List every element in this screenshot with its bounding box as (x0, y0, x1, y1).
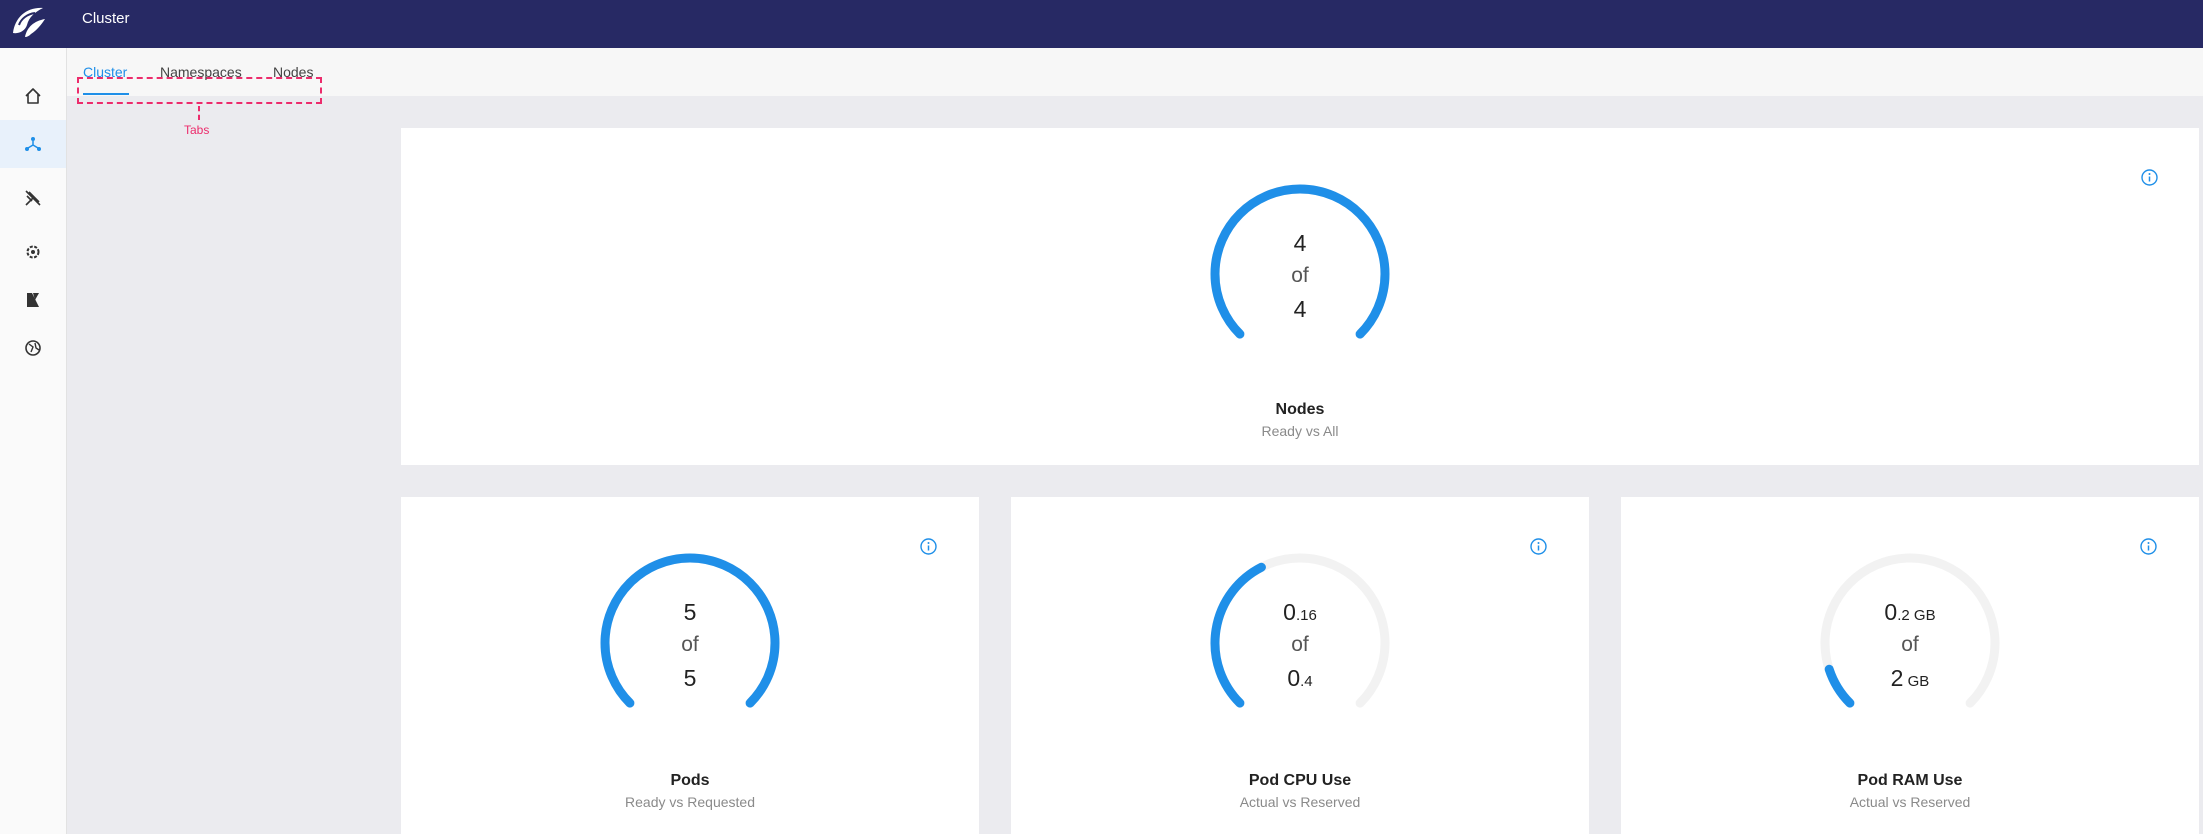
info-icon[interactable] (2141, 169, 2158, 186)
gauge-total: 4 (1293, 296, 1307, 322)
card-subtitle: Actual vs Reserved (1849, 794, 1971, 810)
nodes-gauge: 4 of 4 (1210, 184, 1390, 364)
app-logo-icon[interactable] (9, 3, 49, 41)
tabs-annotation-connector (198, 106, 200, 120)
gauge-total: 2 GB (1820, 665, 2000, 692)
sidebar (0, 48, 67, 834)
card-subtitle: Ready vs All (1261, 423, 1339, 439)
nodes-card: 4 of 4 Nodes Ready vs All (401, 128, 2199, 465)
gauge-value-int: 0 (1283, 599, 1296, 625)
gauge-total-int: 2 (1890, 665, 1904, 691)
sidebar-item-apps[interactable] (0, 276, 66, 324)
gauge-total: 5 (683, 665, 697, 691)
settings-gear-icon (26, 245, 40, 259)
ram-gauge: 0.2 GB of 2 GB (1820, 553, 2000, 733)
sidebar-item-home[interactable] (0, 72, 66, 120)
gauge-value: 5 (683, 599, 697, 625)
pods-card: 5 of 5 Pods Ready vs Requested (401, 497, 979, 834)
card-title: Pods (670, 772, 710, 789)
sidebar-item-network[interactable] (0, 324, 66, 372)
pods-gauge: 5 of 5 (600, 553, 780, 733)
cpu-gauge: 0.16 of 0.4 (1210, 553, 1390, 733)
network-globe-icon (25, 340, 41, 356)
tabs-annotation-box (77, 77, 322, 104)
gauge-of: of (1901, 633, 1919, 656)
tab-bar (67, 48, 2203, 96)
card-subtitle: Ready vs Requested (625, 794, 755, 810)
sidebar-item-workloads[interactable] (0, 174, 66, 222)
gauge-value-decimal: .16 (1295, 607, 1317, 624)
gauge-of: of (681, 633, 699, 656)
gauge-total: 0.4 (1210, 665, 1390, 692)
card-subtitle: Actual vs Reserved (1239, 794, 1361, 810)
info-icon[interactable] (2140, 538, 2157, 555)
sidebar-item-settings[interactable] (0, 228, 66, 276)
gauge-value: 4 (1293, 230, 1307, 256)
gauge-value-int: 0 (1884, 599, 1898, 625)
card-title: Nodes (1275, 401, 1325, 418)
tabs-annotation-label: Tabs (184, 123, 210, 137)
page-title: Cluster (82, 10, 130, 27)
gauge-total-int: 0 (1287, 665, 1301, 691)
info-icon[interactable] (920, 538, 937, 555)
top-bar: Cluster (0, 0, 2203, 48)
sidebar-item-cluster[interactable] (0, 120, 66, 168)
gauge-value: 0.16 (1210, 599, 1390, 626)
card-title: Pod RAM Use (1857, 772, 1963, 789)
gauge-value: 0.2 GB (1820, 599, 2000, 626)
ram-card: 0.2 GB of 2 GB Pod RAM Use Actual vs Res… (1621, 497, 2199, 834)
cpu-card: 0.16 of 0.4 Pod CPU Use Actual vs Reserv… (1011, 497, 1589, 834)
gauge-of: of (1291, 633, 1309, 656)
workloads-icon (25, 190, 41, 206)
gauge-of: of (1291, 264, 1309, 287)
cluster-icon (25, 137, 41, 151)
gauge-value-unit: .2 GB (1897, 607, 1936, 624)
gauge-total-unit: GB (1903, 673, 1930, 690)
apps-icon (27, 293, 39, 307)
card-title: Pod CPU Use (1248, 772, 1352, 789)
gauge-total-decimal: .4 (1300, 673, 1313, 690)
home-icon (25, 88, 41, 104)
info-icon[interactable] (1530, 538, 1547, 555)
